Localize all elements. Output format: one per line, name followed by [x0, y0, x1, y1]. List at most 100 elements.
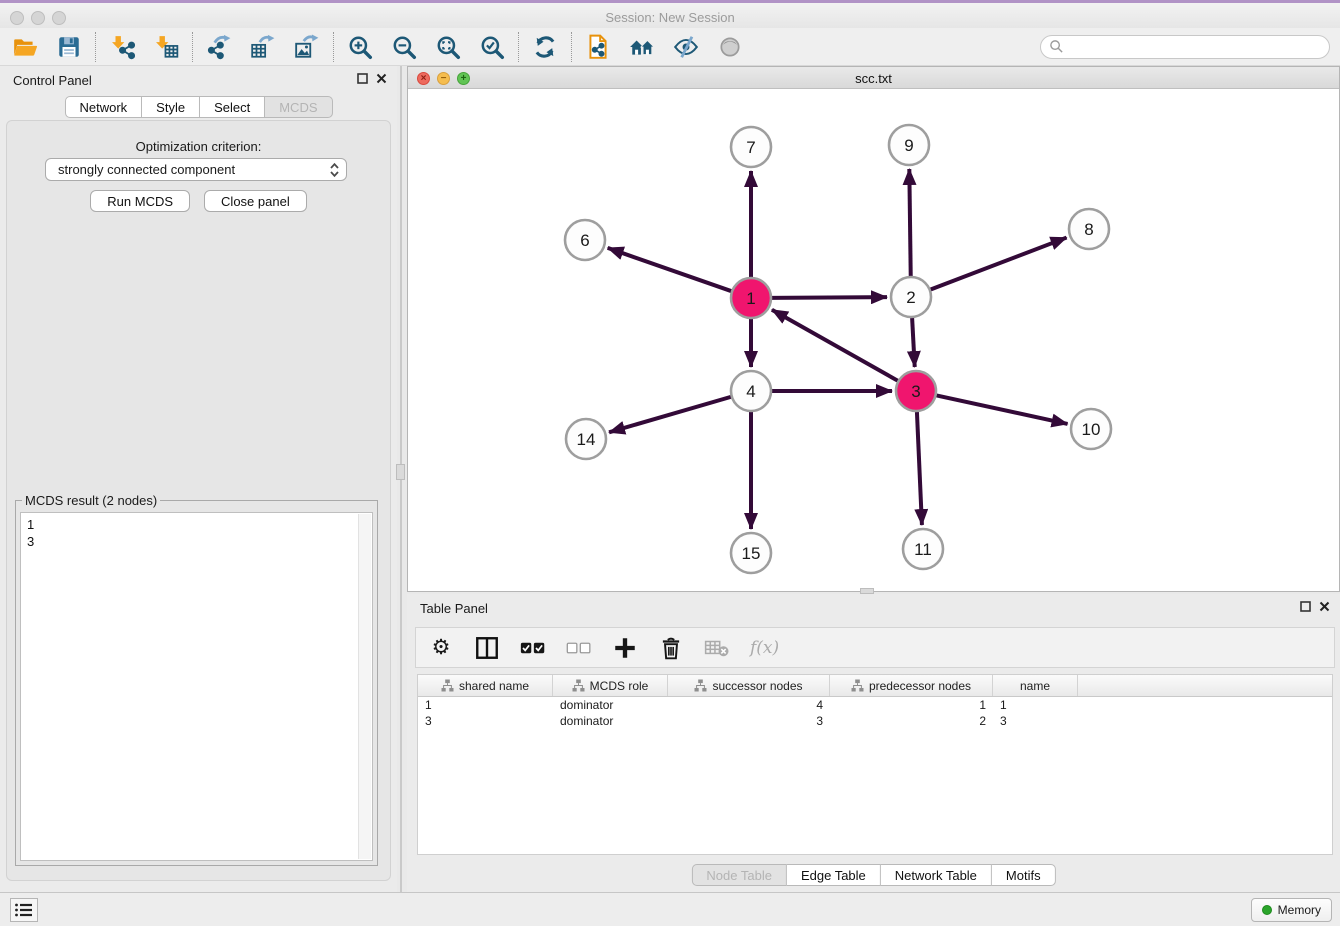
task-history-button[interactable]: [10, 898, 38, 922]
cell-predecessor-nodes[interactable]: 1: [830, 697, 993, 713]
tab-style[interactable]: Style: [142, 96, 200, 118]
delete-column-trash-icon[interactable]: [658, 635, 684, 661]
mcds-result-title: MCDS result (2 nodes): [22, 493, 160, 508]
optimization-criterion-select[interactable]: strongly connected component: [45, 158, 347, 181]
save-session-icon[interactable]: [54, 32, 84, 62]
network-edge-3-11[interactable]: [917, 412, 922, 525]
add-column-plus-icon[interactable]: [612, 635, 638, 661]
import-network-icon[interactable]: [107, 32, 137, 62]
network-edge-3-1[interactable]: [772, 310, 898, 381]
close-table-panel-icon[interactable]: [1319, 601, 1330, 612]
column-header-shared-name[interactable]: shared name: [418, 675, 553, 696]
list-icon: [14, 901, 34, 919]
panel-splitter-handle[interactable]: [396, 464, 405, 480]
apply-layout-icon[interactable]: [530, 32, 560, 62]
network-edge-1-6[interactable]: [608, 248, 732, 291]
cell-MCDS-role[interactable]: dominator: [553, 697, 668, 713]
tab-network-table[interactable]: Network Table: [881, 864, 992, 886]
close-panel-button[interactable]: Close panel: [204, 190, 307, 212]
new-network-from-selection-icon[interactable]: [583, 32, 613, 62]
network-edge-2-3[interactable]: [912, 318, 915, 367]
deselect-all-columns-icon[interactable]: [566, 635, 592, 661]
table-row[interactable]: 1dominator411: [418, 697, 1332, 713]
import-table-icon[interactable]: [151, 32, 181, 62]
node-label-7: 7: [746, 138, 755, 157]
column-header-name[interactable]: name: [993, 675, 1078, 696]
network-window-titlebar[interactable]: × − + scc.txt: [408, 67, 1339, 89]
select-spinner-icon: [329, 161, 340, 179]
mcds-tab-content: Optimization criterion: strongly connect…: [6, 120, 391, 881]
node-label-9: 9: [904, 136, 913, 155]
toolbar-separator: [518, 32, 519, 62]
cell-predecessor-nodes[interactable]: 2: [830, 713, 993, 729]
node-label-2: 2: [906, 288, 915, 307]
search-icon: [1049, 39, 1064, 54]
mcds-result-values: 1 3: [21, 513, 372, 553]
export-table-icon[interactable]: [248, 32, 278, 62]
mcds-result-box[interactable]: 1 3: [20, 512, 373, 861]
first-neighbors-houses-icon[interactable]: [627, 32, 657, 62]
tab-network[interactable]: Network: [64, 96, 142, 118]
control-panel-tabs: NetworkStyleSelectMCDS: [64, 96, 332, 118]
network-edge-3-10[interactable]: [937, 395, 1068, 423]
network-edge-2-8[interactable]: [931, 238, 1067, 290]
network-edge-1-2[interactable]: [772, 297, 887, 298]
table-panel-tabs: Node TableEdge TableNetwork TableMotifs: [691, 864, 1055, 886]
tab-motifs[interactable]: Motifs: [992, 864, 1056, 886]
cell-name[interactable]: 3: [993, 713, 1078, 729]
export-image-icon[interactable]: [292, 32, 322, 62]
cell-shared-name[interactable]: 1: [418, 697, 553, 713]
tab-node-table[interactable]: Node Table: [691, 864, 787, 886]
window-titlebar: Session: New Session: [0, 0, 1340, 28]
control-panel: Control Panel NetworkStyleSelectMCDS Opt…: [0, 66, 397, 892]
select-all-columns-icon[interactable]: [520, 635, 546, 661]
result-scrollbar[interactable]: [358, 514, 371, 859]
zoom-in-icon[interactable]: [345, 32, 375, 62]
cell-successor-nodes[interactable]: 3: [668, 713, 830, 729]
search-field[interactable]: [1040, 35, 1330, 59]
network-edge-4-14[interactable]: [609, 397, 731, 432]
tab-edge-table[interactable]: Edge Table: [787, 864, 881, 886]
memory-button[interactable]: Memory: [1251, 898, 1332, 922]
float-table-panel-icon[interactable]: [1300, 601, 1311, 612]
node-label-4: 4: [746, 382, 755, 401]
zoom-selected-icon[interactable]: [477, 32, 507, 62]
zoom-out-icon[interactable]: [389, 32, 419, 62]
node-table: shared nameMCDS rolesuccessor nodesprede…: [417, 674, 1333, 855]
column-header-predecessor-nodes[interactable]: predecessor nodes: [830, 675, 993, 696]
node-label-3: 3: [911, 382, 920, 401]
column-header-successor-nodes[interactable]: successor nodes: [668, 675, 830, 696]
network-canvas[interactable]: 7968124314101511: [408, 89, 1339, 591]
close-panel-icon[interactable]: [376, 73, 387, 84]
memory-status-icon: [1262, 905, 1272, 915]
cell-MCDS-role[interactable]: dominator: [553, 713, 668, 729]
cell-name[interactable]: 1: [993, 697, 1078, 713]
workspace: Control Panel NetworkStyleSelectMCDS Opt…: [0, 66, 1340, 892]
table-settings-gear-icon[interactable]: ⚙: [428, 635, 454, 661]
table-row[interactable]: 3dominator323: [418, 713, 1332, 729]
tab-select[interactable]: Select: [200, 96, 265, 118]
table-toolbar: ⚙ f(x): [415, 627, 1335, 668]
open-folder-icon[interactable]: [10, 32, 40, 62]
show-all-disabled-eye-icon: [715, 32, 745, 62]
table-panel-title: Table Panel: [420, 601, 488, 616]
search-input[interactable]: [1064, 40, 1321, 54]
status-bar: Memory: [0, 892, 1340, 926]
hide-selected-eye-icon[interactable]: [671, 32, 701, 62]
node-label-15: 15: [742, 544, 761, 563]
column-layout-icon[interactable]: [474, 635, 500, 661]
mcds-result-fieldset: MCDS result (2 nodes) 1 3: [15, 493, 378, 866]
column-header-MCDS-role[interactable]: MCDS role: [553, 675, 668, 696]
network-edge-2-9[interactable]: [909, 169, 910, 276]
function-builder-icon: f(x): [750, 638, 779, 658]
zoom-fit-icon[interactable]: [433, 32, 463, 62]
toolbar-separator: [333, 32, 334, 62]
toolbar-separator: [95, 32, 96, 62]
float-panel-icon[interactable]: [357, 73, 368, 84]
cell-successor-nodes[interactable]: 4: [668, 697, 830, 713]
node-label-10: 10: [1082, 420, 1101, 439]
export-network-icon[interactable]: [204, 32, 234, 62]
tab-mcds[interactable]: MCDS: [265, 96, 332, 118]
run-mcds-button[interactable]: Run MCDS: [90, 190, 190, 212]
cell-shared-name[interactable]: 3: [418, 713, 553, 729]
